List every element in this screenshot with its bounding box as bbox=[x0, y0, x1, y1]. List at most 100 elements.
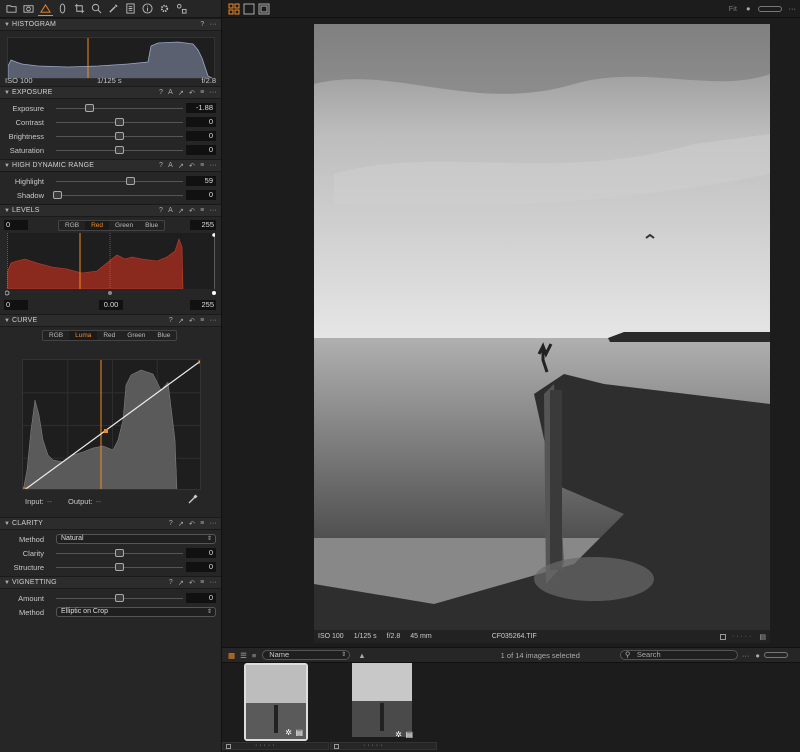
gear-icon[interactable] bbox=[157, 1, 172, 16]
help-icon[interactable]: ? bbox=[159, 162, 163, 170]
collapse-icon[interactable]: ▼ bbox=[4, 208, 12, 214]
info-icon[interactable] bbox=[140, 1, 155, 16]
slider-knob[interactable] bbox=[115, 594, 124, 602]
help-icon[interactable]: ? bbox=[200, 21, 204, 28]
help-icon[interactable]: ? bbox=[159, 89, 163, 97]
zoom-slider[interactable] bbox=[757, 5, 782, 12]
list-icon[interactable]: ☰ bbox=[240, 651, 247, 660]
copy-icon[interactable]: ↗ bbox=[178, 89, 184, 97]
tab-green[interactable]: Green bbox=[121, 331, 151, 340]
list-icon[interactable]: ≡ bbox=[200, 162, 204, 170]
more-icon[interactable]: ··· bbox=[209, 520, 217, 528]
slider-value[interactable]: 0 bbox=[186, 593, 216, 603]
eyedropper-icon[interactable] bbox=[187, 493, 199, 505]
slider-knob[interactable] bbox=[115, 132, 124, 140]
thumbnail-item[interactable]: ✲ ▤ bbox=[244, 663, 308, 741]
levels-histogram[interactable] bbox=[7, 233, 215, 289]
curve-graph[interactable] bbox=[22, 359, 201, 490]
slider-track[interactable] bbox=[56, 195, 183, 196]
reset-icon[interactable]: ↶ bbox=[189, 162, 195, 170]
tab-rgb[interactable]: RGB bbox=[43, 331, 69, 340]
picker-icon[interactable] bbox=[106, 1, 121, 16]
adjust-icon[interactable] bbox=[38, 1, 53, 16]
slider-track[interactable] bbox=[56, 181, 183, 182]
auto-icon[interactable]: A bbox=[168, 89, 173, 97]
help-icon[interactable]: ? bbox=[169, 520, 173, 528]
thumb-size-slider[interactable] bbox=[763, 652, 788, 658]
slider-knob[interactable] bbox=[53, 191, 62, 199]
exposure-header[interactable]: ▼ EXPOSURE ? A ↗ ↶ ≡ ··· bbox=[0, 86, 221, 99]
histogram-header[interactable]: ▼ HISTOGRAM ? ··· bbox=[0, 18, 221, 31]
help-icon[interactable]: ? bbox=[159, 207, 163, 215]
vignetting-method-select[interactable]: Elliptic on Crop ⇕ bbox=[56, 607, 216, 617]
collapse-icon[interactable]: ▼ bbox=[4, 22, 12, 28]
slider-track[interactable] bbox=[56, 108, 183, 109]
slider-value[interactable]: 59 bbox=[186, 176, 216, 186]
tab-blue[interactable]: Blue bbox=[151, 331, 176, 340]
more-icon[interactable]: ··· bbox=[209, 207, 217, 215]
levels-midpoint[interactable]: 0.00 bbox=[99, 300, 123, 310]
list-icon[interactable]: ≡ bbox=[200, 89, 204, 97]
rating-stars[interactable]: · · · · · bbox=[255, 742, 274, 749]
collapse-icon[interactable]: ▼ bbox=[4, 580, 12, 586]
user-icon[interactable]: ● bbox=[755, 651, 760, 660]
slider-knob[interactable] bbox=[115, 146, 124, 154]
reset-icon[interactable]: ↶ bbox=[189, 317, 195, 325]
select-checkbox-icon[interactable] bbox=[334, 744, 339, 749]
grid-icon[interactable]: ▦ bbox=[228, 651, 235, 660]
levels-header[interactable]: ▼ LEVELS ? A ↗ ↶ ≡ ··· bbox=[0, 204, 221, 217]
reset-icon[interactable]: ↶ bbox=[189, 89, 195, 97]
zoom-fit[interactable]: Fit bbox=[729, 4, 737, 13]
slider-value[interactable]: 0 bbox=[186, 190, 216, 200]
more-icon[interactable]: ··· bbox=[209, 317, 217, 325]
levels-input-high[interactable]: 255 bbox=[190, 220, 216, 230]
auto-icon[interactable]: A bbox=[168, 207, 173, 215]
list-icon[interactable]: ≡ bbox=[200, 579, 204, 587]
list-icon[interactable]: ≡ bbox=[200, 207, 204, 215]
thumbnail-item[interactable]: ✲ ▤ bbox=[352, 663, 416, 741]
auto-icon[interactable]: A bbox=[168, 162, 173, 170]
slider-value[interactable]: 0 bbox=[186, 145, 216, 155]
compare-view-icon[interactable] bbox=[258, 3, 270, 15]
more-icon[interactable]: ··· bbox=[209, 162, 217, 170]
copy-icon[interactable]: ↗ bbox=[178, 162, 184, 170]
slider-value[interactable]: 0 bbox=[186, 548, 216, 558]
tab-green[interactable]: Green bbox=[109, 221, 139, 230]
more-icon[interactable]: ··· bbox=[789, 4, 797, 13]
search-icon[interactable] bbox=[89, 1, 104, 16]
more-icon[interactable]: ··· bbox=[209, 579, 217, 587]
clarity-method-select[interactable]: Natural ⇕ bbox=[56, 534, 216, 544]
rating-stars[interactable]: · · · · · bbox=[363, 742, 382, 749]
collapse-icon[interactable]: ▼ bbox=[4, 318, 12, 324]
collapse-icon[interactable]: ▼ bbox=[4, 521, 12, 527]
more-icon[interactable]: ··· bbox=[209, 21, 217, 28]
camera-icon[interactable] bbox=[21, 1, 36, 16]
grid-view-icon[interactable] bbox=[228, 3, 240, 15]
metadata-icon[interactable]: ▤ bbox=[759, 633, 766, 641]
slider-value[interactable]: 0 bbox=[186, 131, 216, 141]
collapse-icon[interactable]: ▼ bbox=[4, 90, 12, 96]
tab-rgb[interactable]: RGB bbox=[59, 221, 85, 230]
sort-direction-icon[interactable]: ▲ bbox=[358, 651, 365, 660]
slider-knob[interactable] bbox=[126, 177, 135, 185]
vignetting-header[interactable]: ▼ VIGNETTING ? ↗ ↶ ≡ ··· bbox=[0, 576, 221, 589]
help-icon[interactable]: ? bbox=[169, 317, 173, 325]
folder-icon[interactable] bbox=[4, 1, 19, 16]
crop-icon[interactable] bbox=[72, 1, 87, 16]
levels-output-high[interactable]: 255 bbox=[190, 300, 216, 310]
clarity-header[interactable]: ▼ CLARITY ? ↗ ↶ ≡ ··· bbox=[0, 517, 221, 530]
levels-handles[interactable] bbox=[5, 289, 217, 297]
hdr-header[interactable]: ▼ HIGH DYNAMIC RANGE ? A ↗ ↶ ≡ ··· bbox=[0, 159, 221, 172]
more-icon[interactable]: ··· bbox=[209, 89, 217, 97]
list-icon[interactable]: ≡ bbox=[200, 520, 204, 528]
sort-select[interactable]: Name ⇕ bbox=[262, 650, 351, 660]
lens-icon[interactable] bbox=[55, 1, 70, 16]
text-icon[interactable] bbox=[123, 1, 138, 16]
tab-red[interactable]: Red bbox=[85, 221, 110, 230]
tab-blue[interactable]: Blue bbox=[139, 221, 164, 230]
slider-knob[interactable] bbox=[115, 549, 124, 557]
slider-knob[interactable] bbox=[85, 104, 94, 112]
list-icon[interactable]: ≡ bbox=[200, 317, 204, 325]
user-icon[interactable]: ● bbox=[746, 4, 751, 13]
more-icon[interactable]: ··· bbox=[742, 651, 750, 660]
